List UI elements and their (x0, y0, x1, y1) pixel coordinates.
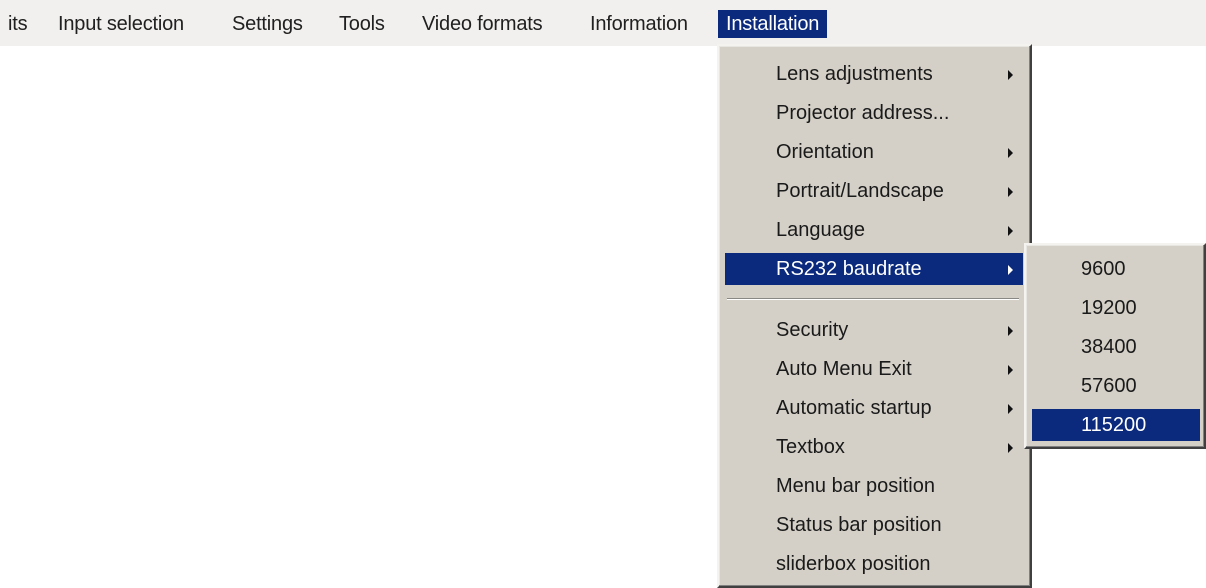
baudrate-option-label: 38400 (1081, 336, 1137, 358)
menu-item-security[interactable]: Security (725, 314, 1023, 346)
menu-item-label: Language (776, 219, 865, 241)
menu-item-lens-adjustments[interactable]: Lens adjustments (725, 58, 1023, 90)
menu-settings[interactable]: Settings (232, 10, 303, 38)
menu-video-formats[interactable]: Video formats (422, 10, 543, 38)
baudrate-option-115200[interactable]: 115200 (1032, 409, 1200, 441)
menu-item-textbox[interactable]: Textbox (725, 431, 1023, 463)
menu-input-selection[interactable]: Input selection (58, 10, 184, 38)
submenu-arrow-icon (1008, 265, 1013, 275)
menu-item-label: RS232 baudrate (776, 258, 922, 280)
menu-item-label: Portrait/Landscape (776, 180, 944, 202)
menu-item-rs232-baudrate[interactable]: RS232 baudrate (725, 253, 1023, 285)
menu-bar: its Input selection Settings Tools Video… (0, 0, 1206, 46)
baudrate-option-19200[interactable]: 19200 (1032, 292, 1200, 324)
menu-item-label: Security (776, 319, 849, 341)
menu-installation[interactable]: Installation (718, 10, 828, 38)
menu-item-projector-address[interactable]: Projector address... (725, 97, 1023, 129)
baudrate-option-38400[interactable]: 38400 (1032, 331, 1200, 363)
menu-item-menu-bar-position[interactable]: Menu bar position (725, 470, 1023, 502)
menu-item-sliderbox-position[interactable]: sliderbox position (725, 548, 1023, 580)
menu-its[interactable]: its (8, 10, 28, 38)
menu-item-label: Menu bar position (776, 475, 935, 497)
installation-dropdown: Lens adjustments Projector address... Or… (717, 44, 1032, 588)
menu-item-label: Lens adjustments (776, 63, 933, 85)
baudrate-option-label: 19200 (1081, 297, 1137, 319)
submenu-arrow-icon (1008, 70, 1013, 80)
baudrate-submenu: 9600 19200 38400 57600 115200 (1024, 243, 1206, 449)
submenu-arrow-icon (1008, 148, 1013, 158)
menu-tools[interactable]: Tools (339, 10, 385, 38)
menu-separator (727, 298, 1019, 300)
baudrate-option-label: 9600 (1081, 258, 1126, 280)
menu-item-automatic-startup[interactable]: Automatic startup (725, 392, 1023, 424)
submenu-arrow-icon (1008, 404, 1013, 414)
menu-item-orientation[interactable]: Orientation (725, 136, 1023, 168)
menu-item-label: sliderbox position (776, 553, 931, 575)
menu-information[interactable]: Information (590, 10, 688, 38)
menu-item-label: Textbox (776, 436, 845, 458)
baudrate-option-label: 115200 (1081, 414, 1147, 436)
baudrate-option-57600[interactable]: 57600 (1032, 370, 1200, 402)
menu-item-label: Auto Menu Exit (776, 358, 912, 380)
submenu-arrow-icon (1008, 443, 1013, 453)
menu-item-label: Orientation (776, 141, 874, 163)
baudrate-option-label: 57600 (1081, 375, 1137, 397)
projector-menu-screen: its Input selection Settings Tools Video… (0, 0, 1206, 588)
menu-item-label: Projector address... (776, 102, 950, 124)
menu-item-portrait-landscape[interactable]: Portrait/Landscape (725, 175, 1023, 207)
menu-item-label: Status bar position (776, 514, 942, 536)
menu-item-label: Automatic startup (776, 397, 932, 419)
submenu-arrow-icon (1008, 226, 1013, 236)
baudrate-option-9600[interactable]: 9600 (1032, 253, 1200, 285)
menu-item-auto-menu-exit[interactable]: Auto Menu Exit (725, 353, 1023, 385)
menu-item-status-bar-position[interactable]: Status bar position (725, 509, 1023, 541)
menu-item-language[interactable]: Language (725, 214, 1023, 246)
submenu-arrow-icon (1008, 326, 1013, 336)
submenu-arrow-icon (1008, 187, 1013, 197)
submenu-arrow-icon (1008, 365, 1013, 375)
